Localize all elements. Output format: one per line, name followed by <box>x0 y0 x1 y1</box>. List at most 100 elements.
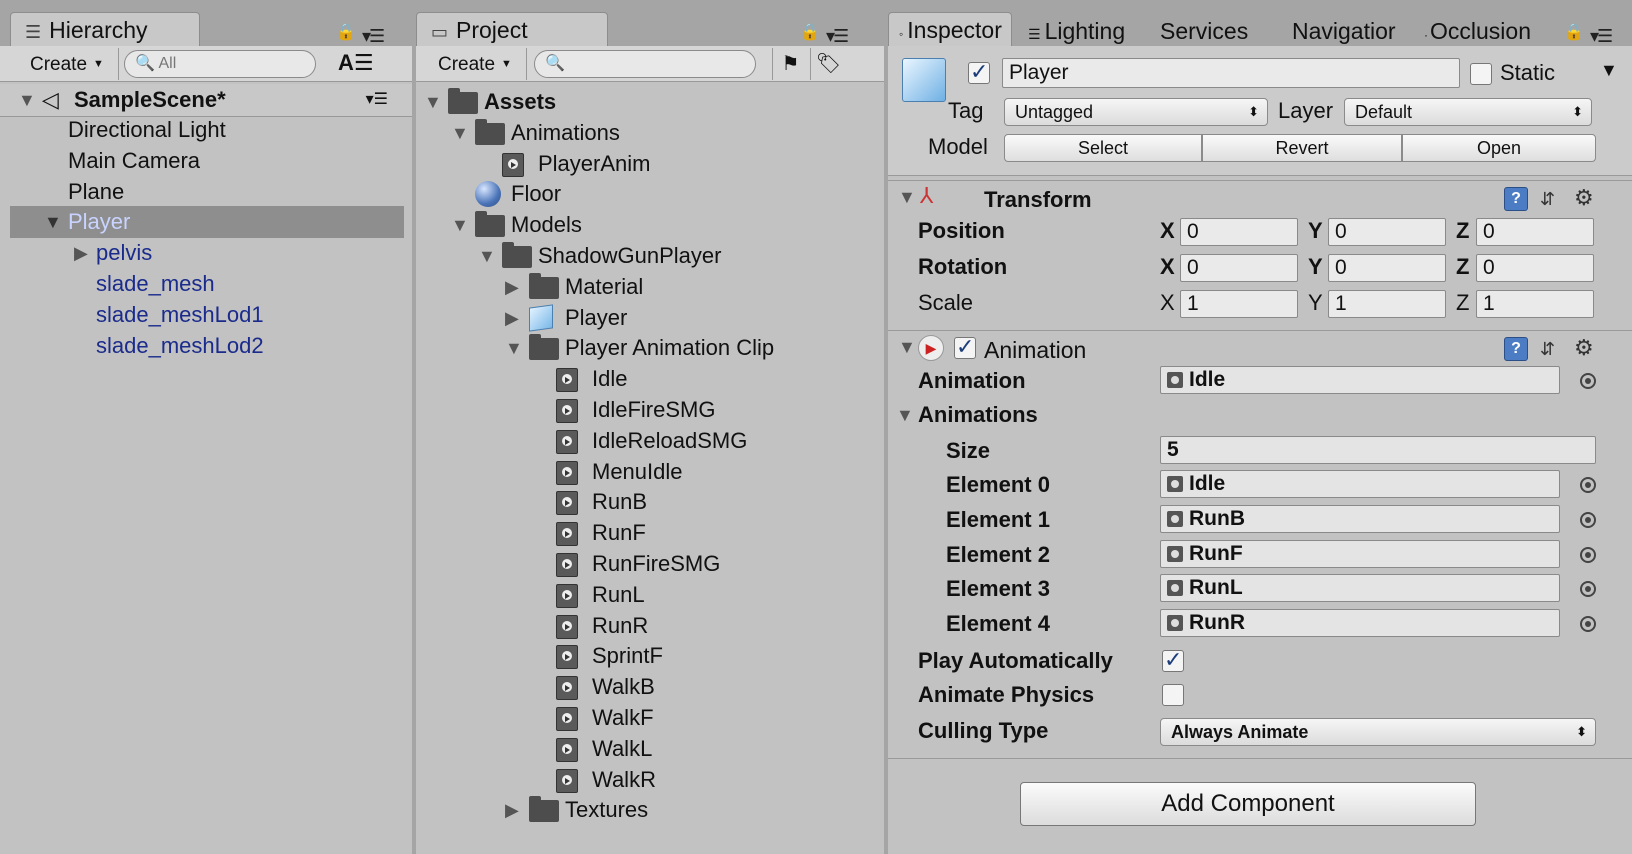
tab-hierarchy[interactable]: ☰ Hierarchy <box>10 12 200 46</box>
collapse-triangle-icon[interactable]: ▶ <box>74 237 88 269</box>
project-item[interactable]: SprintF <box>416 640 884 672</box>
project-item[interactable]: RunB <box>416 486 884 518</box>
tab-inspector[interactable]: ◦ Inspector <box>888 12 1012 46</box>
layer-dropdown[interactable]: Default ⬍ <box>1344 98 1592 126</box>
project-item[interactable]: RunL <box>416 579 884 611</box>
scale-z-field[interactable]: 1 <box>1476 290 1594 318</box>
hierarchy-item[interactable]: Directional Light <box>0 114 412 146</box>
project-item[interactable]: RunFireSMG <box>416 548 884 580</box>
project-item[interactable]: ▼ Assets <box>416 86 884 118</box>
collapse-triangle-icon[interactable]: ▶ <box>505 302 519 334</box>
scene-row[interactable]: ▼ ◁ SampleScene* ▾☰ <box>0 84 412 116</box>
object-name-field[interactable]: Player <box>1002 58 1460 88</box>
add-component-button[interactable]: Add Component <box>1020 782 1476 826</box>
size-field[interactable]: 5 <box>1160 436 1596 464</box>
project-item[interactable]: ▼ ShadowGunPlayer <box>416 240 884 272</box>
culling-type-dropdown[interactable]: Always Animate ⬍ <box>1160 718 1596 746</box>
hierarchy-item[interactable]: Main Camera <box>0 145 412 177</box>
animation-object-field[interactable]: Idle <box>1160 366 1560 394</box>
presets-icon[interactable]: ⇵ <box>1540 187 1564 211</box>
expand-triangle-icon[interactable]: ▼ <box>505 332 523 364</box>
tag-dropdown[interactable]: Untagged ⬍ <box>1004 98 1268 126</box>
collapse-triangle-icon[interactable]: ▶ <box>505 794 519 826</box>
active-checkbox[interactable] <box>968 59 990 85</box>
panel-menu-icon[interactable]: ▾☰ <box>1590 26 1613 47</box>
project-item[interactable]: ▼ Player Animation Clip <box>416 332 884 364</box>
hierarchy-search-input[interactable]: 🔍 All <box>124 50 316 78</box>
animate-physics-checkbox[interactable] <box>1162 684 1184 706</box>
project-item[interactable]: PlayerAnim <box>416 148 884 180</box>
object-picker-icon[interactable] <box>1580 546 1596 563</box>
play-automatically-checkbox[interactable] <box>1162 647 1184 673</box>
help-icon[interactable]: ? <box>1504 337 1528 361</box>
panel-menu-icon[interactable]: ▾☰ <box>826 26 849 47</box>
lock-icon[interactable]: 🔒 <box>800 22 820 41</box>
expand-triangle-icon[interactable]: ▼ <box>478 240 496 272</box>
hierarchy-item[interactable]: slade_meshLod2 <box>0 330 412 362</box>
tab-project[interactable]: ▭ Project <box>416 12 608 46</box>
panel-menu-icon[interactable]: ▾☰ <box>362 26 385 47</box>
lock-icon[interactable]: 🔒 <box>336 22 356 41</box>
gear-icon[interactable]: ⚙ <box>1574 336 1598 360</box>
position-x-field[interactable]: 0 <box>1180 218 1298 246</box>
project-item[interactable]: WalkR <box>416 764 884 796</box>
hierarchy-item[interactable]: Plane <box>0 176 412 208</box>
project-item[interactable]: RunR <box>416 610 884 642</box>
project-item[interactable]: WalkF <box>416 702 884 734</box>
static-checkbox[interactable] <box>1470 63 1492 85</box>
project-item[interactable]: WalkL <box>416 733 884 765</box>
object-picker-icon[interactable] <box>1580 373 1596 389</box>
rotation-z-field[interactable]: 0 <box>1476 254 1594 282</box>
project-item[interactable]: IdleReloadSMG <box>416 425 884 457</box>
hierarchy-item[interactable]: slade_mesh <box>0 268 412 300</box>
expand-triangle-icon[interactable]: ▼ <box>896 400 914 430</box>
element-object-field[interactable]: RunR <box>1160 609 1560 638</box>
hierarchy-item[interactable]: slade_meshLod1 <box>0 299 412 331</box>
scale-y-field[interactable]: 1 <box>1328 290 1446 318</box>
filter-by-label-icon[interactable]: 🏷 <box>810 48 846 80</box>
expand-triangle-icon[interactable]: ▼ <box>44 206 62 238</box>
model-open-button[interactable]: Open <box>1402 134 1596 162</box>
tab-navigation[interactable]: Navigatior <box>1292 14 1396 48</box>
sort-icon[interactable]: A☰ <box>338 50 374 76</box>
project-item[interactable]: ▼ Animations <box>416 117 884 149</box>
object-picker-icon[interactable] <box>1580 616 1596 633</box>
project-item[interactable]: IdleFireSMG <box>416 394 884 426</box>
hierarchy-create-button[interactable]: Create ▼ <box>16 48 119 80</box>
project-item[interactable]: ▼ Models <box>416 209 884 241</box>
element-object-field[interactable]: RunL <box>1160 574 1560 603</box>
element-object-field[interactable]: Idle <box>1160 470 1560 498</box>
project-create-button[interactable]: Create ▼ <box>424 48 527 80</box>
expand-triangle-icon[interactable]: ▼ <box>898 337 916 358</box>
object-picker-icon[interactable] <box>1580 511 1596 528</box>
animation-header[interactable]: ▼ ▶ Animation ? ⇵ ⚙ <box>888 330 1632 368</box>
project-item[interactable]: ▶ Player <box>416 302 884 334</box>
model-select-button[interactable]: Select <box>1004 134 1202 162</box>
object-picker-icon[interactable] <box>1580 581 1596 598</box>
hierarchy-item[interactable]: ▶ pelvis <box>0 237 412 269</box>
gear-icon[interactable]: ⚙ <box>1574 186 1598 210</box>
presets-icon[interactable]: ⇵ <box>1540 337 1564 361</box>
expand-triangle-icon[interactable]: ▼ <box>451 209 469 241</box>
lock-icon[interactable]: 🔒 <box>1564 22 1584 41</box>
element-object-field[interactable]: RunB <box>1160 504 1560 533</box>
expand-triangle-icon[interactable]: ▼ <box>451 117 469 149</box>
project-item[interactable]: WalkB <box>416 671 884 703</box>
project-item[interactable]: ▶ Material <box>416 271 884 303</box>
object-picker-icon[interactable] <box>1580 477 1596 493</box>
tab-services[interactable]: Services <box>1160 14 1248 48</box>
help-icon[interactable]: ? <box>1504 187 1528 211</box>
project-item[interactable]: ▶ Textures <box>416 794 884 826</box>
scene-menu-icon[interactable]: ▾☰ <box>366 84 388 116</box>
project-item[interactable]: MenuIdle <box>416 456 884 488</box>
model-revert-button[interactable]: Revert <box>1202 134 1402 162</box>
project-search-input[interactable]: 🔍 <box>534 50 756 78</box>
static-dropdown-icon[interactable]: ▼ <box>1600 60 1618 81</box>
expand-triangle-icon[interactable]: ▼ <box>18 84 36 116</box>
animation-enabled-checkbox[interactable] <box>954 334 976 360</box>
project-item[interactable]: RunF <box>416 517 884 549</box>
position-z-field[interactable]: 0 <box>1476 218 1594 246</box>
project-item[interactable]: Floor <box>416 178 884 210</box>
transform-header[interactable]: ▼ ⅄ Transform ? ⇵ ⚙ <box>888 180 1632 218</box>
rotation-x-field[interactable]: 0 <box>1180 254 1298 282</box>
